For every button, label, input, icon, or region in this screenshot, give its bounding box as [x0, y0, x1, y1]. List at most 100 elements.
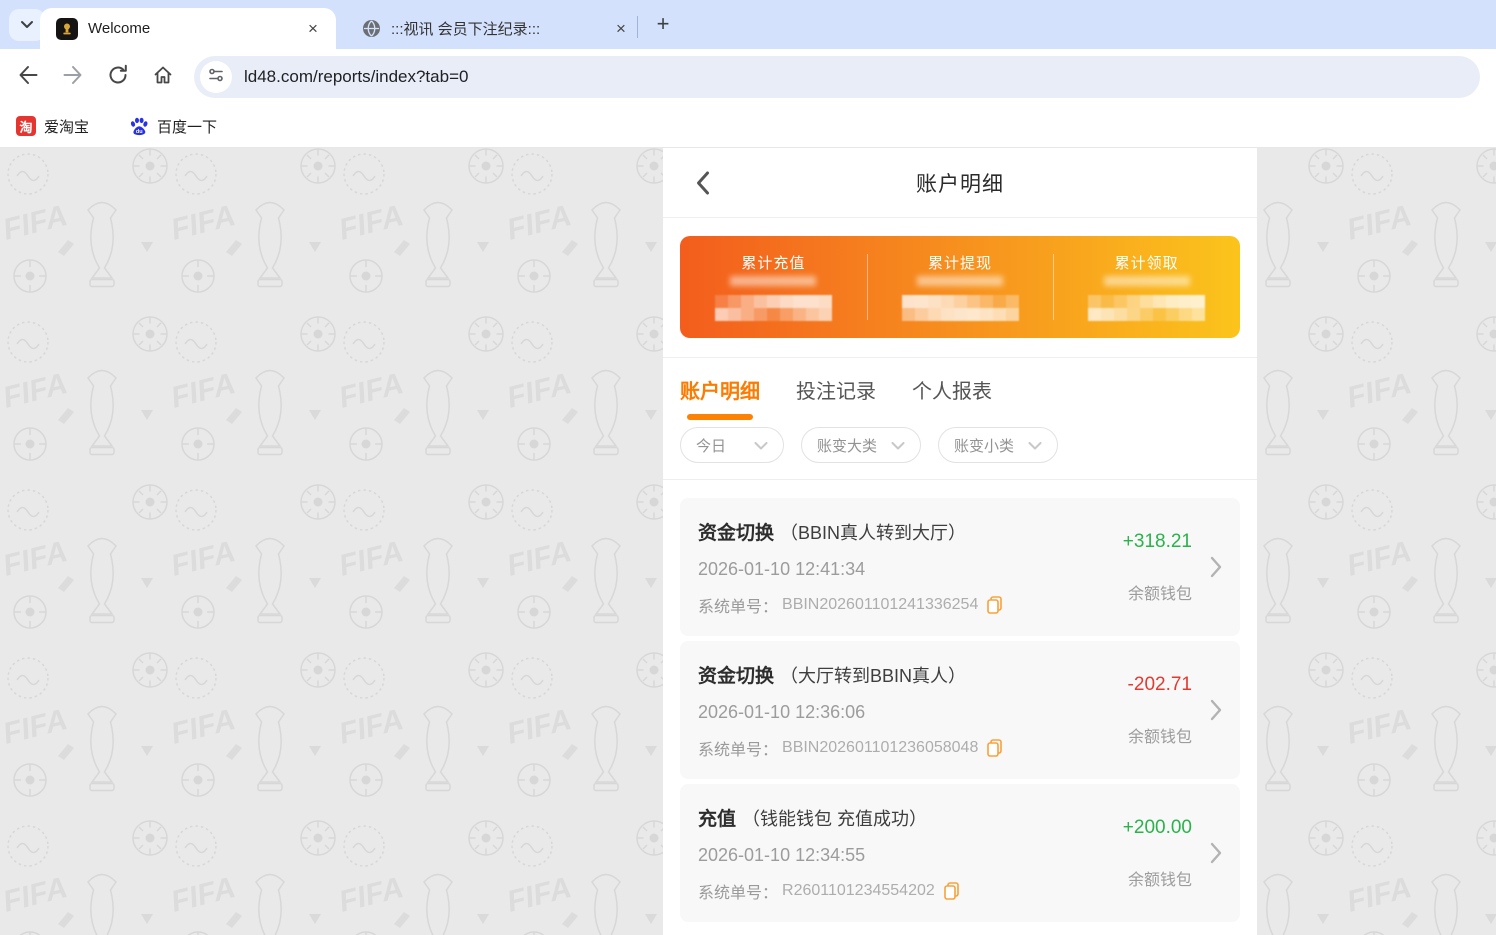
wallet-label: 余额钱包 [1128, 723, 1192, 747]
tab-title: Welcome [88, 20, 302, 37]
back-arrow-icon [17, 64, 39, 91]
chevron-down-icon [1028, 437, 1042, 454]
stat-total-claimed: 累计领取 [1053, 236, 1240, 338]
new-tab-button[interactable]: + [648, 10, 678, 40]
browser-tab-strip: Welcome × :::视讯 会员下注纪录::: × + [0, 0, 1496, 49]
home-button[interactable] [146, 60, 180, 94]
transaction-time: 2026-01-10 12:41:34 [698, 559, 1082, 580]
masked-value-mosaic [715, 295, 832, 321]
copy-icon[interactable] [944, 882, 959, 900]
transaction-type: 资金切换 [698, 661, 774, 688]
filter-major-category-dropdown[interactable]: 账变大类 [801, 427, 921, 463]
chevron-right-icon[interactable] [1208, 697, 1224, 723]
wallet-label: 余额钱包 [1128, 866, 1192, 890]
bookmark-label: 百度一下 [157, 116, 217, 137]
filter-date-dropdown[interactable]: 今日 [680, 427, 784, 463]
globe-icon [362, 19, 381, 38]
back-chevron-icon[interactable] [689, 169, 717, 197]
copy-icon[interactable] [987, 739, 1002, 757]
chevron-down-icon [20, 16, 34, 34]
transaction-info: 充值 （钱能钱包 充值成功） 2026-01-10 12:34:55 系统单号：… [698, 804, 1082, 903]
browser-tab-betting-records[interactable]: :::视讯 会员下注纪录::: × [350, 8, 638, 49]
tab-bet-records[interactable]: 投注记录 [796, 375, 876, 404]
tab-personal-report[interactable]: 个人报表 [912, 375, 992, 404]
home-icon [152, 64, 174, 91]
close-icon[interactable]: × [610, 18, 632, 40]
cumulative-stats-card: 累计充值 累计提现 累计领取 [680, 236, 1240, 338]
chevron-right-icon[interactable] [1208, 840, 1224, 866]
transaction-time: 2026-01-10 12:36:06 [698, 702, 1082, 723]
transaction-amounts: +318.21 余额钱包 [1082, 531, 1192, 604]
transaction-row[interactable]: 充值 （钱能钱包 充值成功） 2026-01-10 12:34:55 系统单号：… [680, 784, 1240, 922]
svg-text:du: du [136, 129, 143, 135]
browser-tab-welcome[interactable]: Welcome × [40, 8, 336, 49]
masked-value-mosaic [902, 295, 1019, 321]
transaction-detail: （BBIN真人转到大厅） [780, 519, 966, 545]
transaction-detail: （大厅转到BBIN真人） [780, 662, 966, 688]
close-icon[interactable]: × [302, 18, 324, 40]
order-number: BBIN202601101236058048 [782, 739, 978, 757]
summary-section: 累计充值 累计提现 累计领取 [663, 218, 1257, 358]
masked-value-mosaic [1088, 295, 1205, 321]
filter-row: 今日 账变大类 账变小类 [663, 420, 1257, 480]
trophy-dark-icon [56, 18, 78, 40]
stat-total-deposit: 累计充值 [680, 236, 867, 338]
order-label: 系统单号： [698, 736, 778, 760]
masked-value-blur [730, 276, 816, 286]
bookmark-label: 爱淘宝 [44, 116, 89, 137]
order-label: 系统单号： [698, 879, 778, 903]
copy-icon[interactable] [987, 596, 1002, 614]
filter-label: 账变大类 [817, 435, 877, 456]
chevron-down-icon [891, 437, 905, 454]
tab-account-detail[interactable]: 账户明细 [680, 375, 760, 420]
filter-label: 账变小类 [954, 435, 1014, 456]
address-bar[interactable]: ld48.com/reports/index?tab=0 [194, 56, 1480, 98]
transaction-info: 资金切换 （大厅转到BBIN真人） 2026-01-10 12:36:06 系统… [698, 661, 1082, 760]
masked-value-blur [917, 276, 1003, 286]
transaction-list: 资金切换 （BBIN真人转到大厅） 2026-01-10 12:41:34 系统… [663, 480, 1257, 922]
report-tabs: 账户明细 投注记录 个人报表 [663, 358, 1257, 420]
transaction-detail: （钱能钱包 充值成功） [742, 805, 927, 831]
order-number: R2601101234554202 [782, 882, 935, 900]
tab-label: 个人报表 [912, 375, 992, 404]
transaction-type: 充值 [698, 804, 736, 831]
filter-label: 今日 [696, 435, 726, 456]
transaction-type: 资金切换 [698, 518, 774, 545]
page-content: FIFA 账户明细 累计充值 累计提现 [0, 148, 1496, 935]
tab-title: :::视讯 会员下注纪录::: [391, 18, 610, 39]
order-number: BBIN202601101241336254 [782, 596, 978, 614]
reload-icon [107, 64, 129, 91]
masked-value-blur [1104, 276, 1190, 286]
reload-button[interactable] [101, 60, 135, 94]
transaction-row[interactable]: 资金切换 （BBIN真人转到大厅） 2026-01-10 12:41:34 系统… [680, 498, 1240, 636]
transaction-amounts: +200.00 余额钱包 [1082, 817, 1192, 890]
stat-total-withdrawal: 累计提现 [867, 236, 1054, 338]
tune-icon [208, 67, 224, 88]
bookmark-aitaobao[interactable]: 淘 爱淘宝 [16, 116, 89, 137]
forward-button[interactable] [56, 60, 90, 94]
chevron-right-icon[interactable] [1208, 554, 1224, 580]
page-title: 账户明细 [916, 168, 1004, 198]
url-text[interactable]: ld48.com/reports/index?tab=0 [244, 67, 468, 87]
tab-separator [637, 16, 638, 38]
stat-label: 累计充值 [741, 252, 805, 273]
transaction-info: 资金切换 （BBIN真人转到大厅） 2026-01-10 12:41:34 系统… [698, 518, 1082, 617]
transaction-row[interactable]: 资金切换 （大厅转到BBIN真人） 2026-01-10 12:36:06 系统… [680, 641, 1240, 779]
wallet-label: 余额钱包 [1128, 580, 1192, 604]
back-button[interactable] [11, 60, 45, 94]
amount: +318.21 [1123, 531, 1192, 553]
stat-label: 累计提现 [928, 252, 992, 273]
tab-label: 账户明细 [680, 375, 760, 404]
order-label: 系统单号： [698, 593, 778, 617]
bookmarks-bar: 淘 爱淘宝 du 百度一下 [0, 105, 1496, 148]
account-detail-panel: 账户明细 累计充值 累计提现 累计领取 [663, 148, 1257, 935]
tab-label: 投注记录 [796, 375, 876, 404]
chevron-down-icon [754, 437, 768, 454]
taobao-icon: 淘 [16, 116, 36, 136]
site-settings-button[interactable] [200, 61, 232, 93]
bookmark-baidu[interactable]: du 百度一下 [129, 116, 217, 137]
filter-minor-category-dropdown[interactable]: 账变小类 [938, 427, 1058, 463]
stat-label: 累计领取 [1115, 252, 1179, 273]
panel-header: 账户明细 [663, 148, 1257, 218]
amount: -202.71 [1128, 674, 1192, 696]
